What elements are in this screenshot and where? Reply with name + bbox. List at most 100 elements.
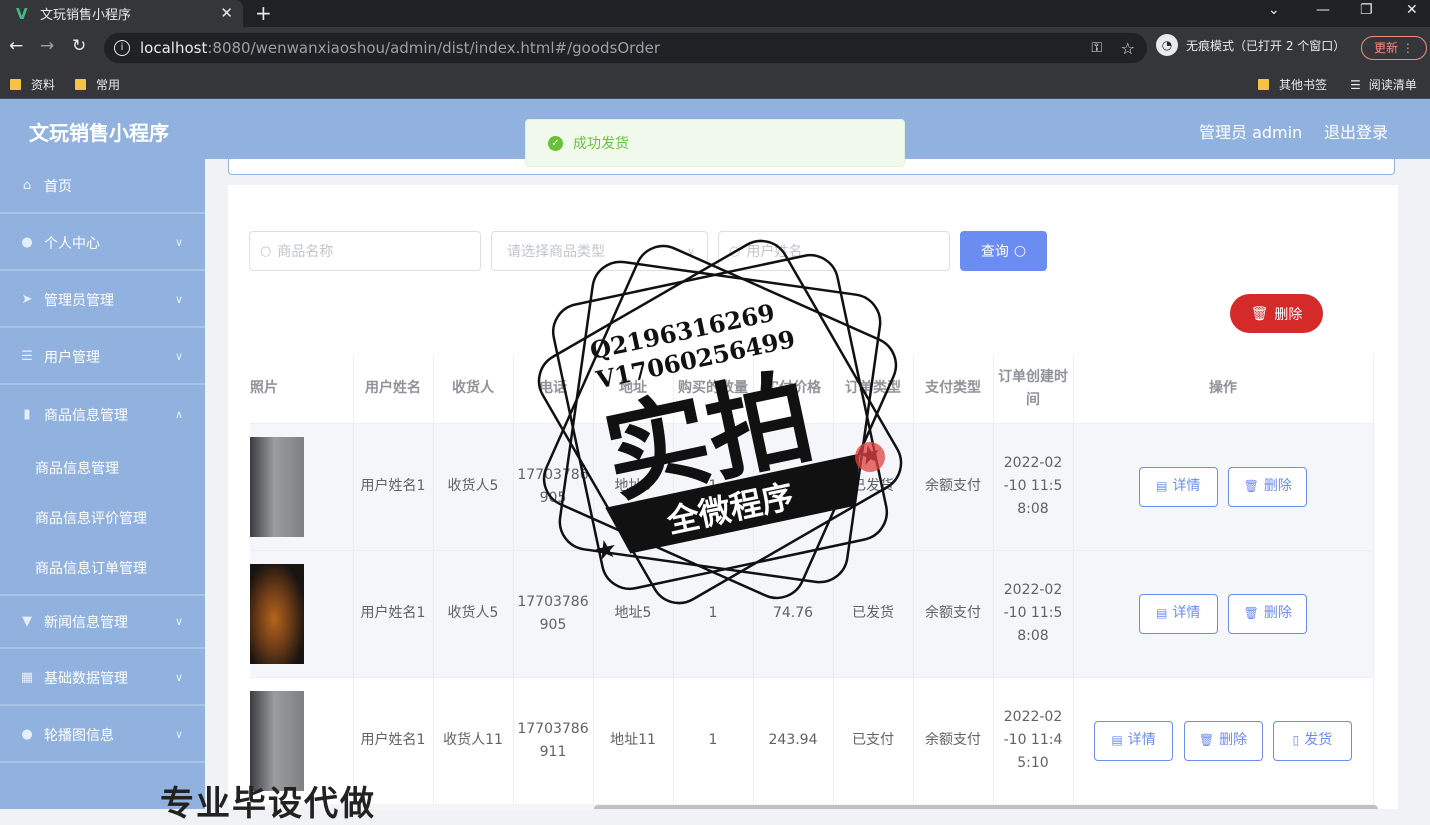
chevron-down-icon: ∨ xyxy=(174,236,183,249)
chevron-down-icon: ∨ xyxy=(174,293,183,306)
sidebar-subitem-goods-review[interactable]: 商品信息评价管理 xyxy=(35,508,147,528)
sidebar-item-label: 首页 xyxy=(44,178,72,195)
site-info-icon[interactable]: i xyxy=(114,40,130,56)
trash-icon: 🗑 xyxy=(1250,305,1269,322)
table-row[interactable]: 用户姓名1 收货人11 17703786911 地址11 1 243.94 已支… xyxy=(250,677,1374,805)
logout-link[interactable]: 退出登录 xyxy=(1324,119,1388,143)
sidebar: ⌂ 首页 ● 个人中心 ∨ ➤ 管理员管理 ∨ ☰ 用户管理 ∨ ▮ 商品信息管理 ∧ 商品信息管… xyxy=(0,159,205,809)
browser-tab[interactable]: V 文玩销售小程序 ✕ xyxy=(0,0,243,27)
cell-pay-type: 余额支付 xyxy=(913,677,994,805)
bookmark-star-icon[interactable]: ☆ xyxy=(1121,39,1135,58)
sidebar-item-label: 基础数据管理 xyxy=(44,670,128,687)
sidebar-item-basic-data[interactable]: ▦ 基础数据管理 ∨ xyxy=(0,651,205,706)
cell-pay-type: 余额支付 xyxy=(913,423,994,551)
folder-icon xyxy=(75,79,86,90)
search-icon: ○ xyxy=(260,243,272,259)
goods-type-select[interactable]: 请选择商品类型 ∨ xyxy=(491,231,708,271)
cell-actions: ▤ 详情 🗑 删除 xyxy=(1073,550,1374,678)
product-thumbnail xyxy=(250,563,304,664)
incognito-icon: ◔ xyxy=(1156,34,1178,56)
back-icon[interactable]: ← xyxy=(9,36,23,56)
sidebar-item-goods[interactable]: ▮ 商品信息管理 ∧ xyxy=(0,387,205,442)
sidebar-item-label: 商品信息管理 xyxy=(44,407,128,424)
table-row[interactable]: 用户姓名1 收货人5 17703786905 地址5 1 74.76 已发货 余… xyxy=(250,550,1374,678)
user-icon: ● xyxy=(21,235,33,250)
ship-button[interactable]: ▯ 发货 xyxy=(1272,720,1352,761)
table-row[interactable]: 用户姓名1 收货人5 17703786905 地址5 1 243.94 已发货 … xyxy=(250,423,1374,551)
cell-actions: ▤ 详情 🗑 删除 xyxy=(1073,423,1374,551)
tab-title: 文玩销售小程序 xyxy=(40,8,132,23)
key-icon[interactable]: ⚿ xyxy=(1091,40,1102,56)
delete-button[interactable]: 🗑 删除 xyxy=(1228,593,1308,634)
other-bookmarks[interactable]: 其他书签 xyxy=(1258,76,1327,93)
user-icon: ● xyxy=(21,727,33,742)
chevron-down-icon: ∨ xyxy=(174,350,183,363)
sidebar-item-users[interactable]: ☰ 用户管理 ∨ xyxy=(0,330,205,385)
horizontal-scrollbar[interactable] xyxy=(250,804,1378,809)
delete-button[interactable]: 🗑 删除 xyxy=(1228,466,1308,507)
cell-receiver: 收货人11 xyxy=(433,677,514,805)
maximize-icon[interactable]: ❐ xyxy=(1360,2,1373,18)
home-icon: ⌂ xyxy=(22,178,32,193)
sidebar-item-profile[interactable]: ● 个人中心 ∨ xyxy=(0,216,205,271)
delete-label: 删除 xyxy=(1274,306,1303,323)
cell-qty: 1 xyxy=(673,677,754,805)
incognito-indicator[interactable]: ◔ 无痕模式（已打开 2 个窗口） xyxy=(1156,34,1345,56)
cell-created: 2022-02-10 11:58:08 xyxy=(993,423,1074,551)
bookmarks-bar: 资料 常用 其他书签 ☰ 阅读清单 xyxy=(0,69,1430,99)
cell-qty: 1 xyxy=(673,423,754,551)
cell-phone: 17703786905 xyxy=(513,423,594,551)
goods-name-input[interactable]: ○ 商品名称 xyxy=(249,231,481,271)
detail-button[interactable]: ▤ 详情 xyxy=(1094,720,1174,761)
sidebar-subitem-goods-info[interactable]: 商品信息管理 xyxy=(35,458,119,478)
cell-order-type: 已发货 xyxy=(833,550,914,678)
sidebar-item-home[interactable]: ⌂ 首页 xyxy=(0,159,205,214)
document-icon: ▤ xyxy=(1111,733,1123,747)
success-toast: ✓ 成功发货 xyxy=(525,119,905,167)
detail-button[interactable]: ▤ 详情 xyxy=(1138,466,1218,507)
col-actions: 操作 xyxy=(1073,355,1374,424)
batch-delete-button[interactable]: 🗑 删除 xyxy=(1230,294,1323,333)
sidebar-item-carousel[interactable]: ● 轮播图信息 ∨ xyxy=(0,708,205,763)
bookmark-folder[interactable]: 常用 xyxy=(75,76,120,93)
delete-button[interactable]: 🗑 删除 xyxy=(1183,720,1263,761)
sidebar-item-news[interactable]: ▼ 新闻信息管理 ∨ xyxy=(0,594,205,649)
new-tab-icon[interactable]: + xyxy=(255,1,272,25)
bookmark-folder[interactable]: 资料 xyxy=(10,76,55,93)
scrollbar-thumb[interactable] xyxy=(594,805,1378,809)
table-header-row: 照片 用户姓名 收货人 电话 地址 购买的数量 实付价格 订单类型 支付类型 订… xyxy=(250,355,1374,424)
cell-created: 2022-02-10 11:58:08 xyxy=(993,550,1074,678)
check-circle-icon: ✓ xyxy=(548,135,563,151)
address-bar[interactable]: i localhost:8080/wenwanxiaoshou/admin/di… xyxy=(104,33,1147,63)
forward-icon[interactable]: → xyxy=(40,36,54,56)
sidebar-item-admins[interactable]: ➤ 管理员管理 ∨ xyxy=(0,273,205,328)
reload-icon[interactable]: ↻ xyxy=(72,36,86,56)
search-icon: ○ xyxy=(1013,243,1027,259)
detail-label: 详情 xyxy=(1127,732,1156,748)
sidebar-subitem-goods-order[interactable]: 商品信息订单管理 xyxy=(35,558,147,578)
minimize-icon[interactable]: — xyxy=(1316,2,1330,18)
reading-list[interactable]: ☰ 阅读清单 xyxy=(1350,76,1417,93)
cell-pay-type: 余额支付 xyxy=(913,550,994,678)
trash-icon: 🗑 xyxy=(1243,606,1259,620)
bookmark-label: 资料 xyxy=(31,78,56,92)
main-content: ○ 商品名称 请选择商品类型 ∨ ○ 用户姓名 查询 ○ 🗑 删除 照片 用户姓名 收货人… xyxy=(205,159,1430,809)
delete-label: 删除 xyxy=(1263,605,1292,621)
detail-button[interactable]: ▤ 详情 xyxy=(1138,593,1218,634)
cell-order-type: 已发货 xyxy=(833,423,914,551)
product-thumbnail xyxy=(250,436,304,537)
close-tab-icon[interactable]: ✕ xyxy=(220,4,233,22)
cell-receiver: 收货人5 xyxy=(433,423,514,551)
toast-message: 成功发货 xyxy=(573,136,629,152)
menu-dots-icon: ⋮ xyxy=(1401,41,1414,55)
update-button[interactable]: 更新 ⋮ xyxy=(1361,36,1427,60)
folder-icon xyxy=(10,79,21,90)
news-icon: ▼ xyxy=(22,614,32,629)
query-button[interactable]: 查询 ○ xyxy=(960,231,1047,271)
user-name-input[interactable]: ○ 用户姓名 xyxy=(718,231,950,271)
cell-address: 地址5 xyxy=(593,550,674,678)
tab-search-icon[interactable]: ⌄ xyxy=(1268,2,1280,18)
bookmark-label: 其他书签 xyxy=(1279,78,1328,92)
close-window-icon[interactable]: ✕ xyxy=(1406,2,1418,18)
cell-address: 地址5 xyxy=(593,423,674,551)
